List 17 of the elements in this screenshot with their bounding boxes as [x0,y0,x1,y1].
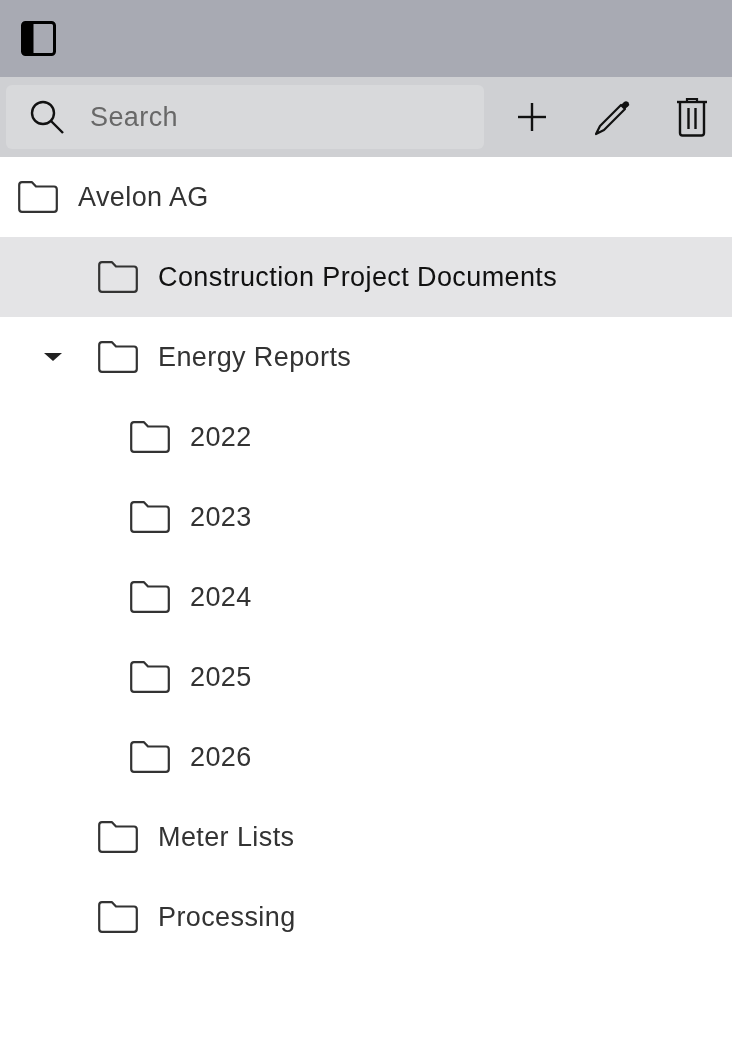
search-icon [30,100,64,134]
pencil-icon [593,98,631,136]
folder-icon [130,581,170,613]
folder-icon [98,261,138,293]
search-field[interactable]: Search [6,85,484,149]
tree-item[interactable]: Construction Project Documents [0,237,732,317]
folder-icon [98,341,138,373]
folder-icon [130,501,170,533]
plus-icon [518,103,546,131]
folder-icon [130,661,170,693]
folder-icon [18,181,58,213]
sidebar-toggle-icon[interactable] [21,21,56,56]
trash-icon [676,97,708,137]
folder-icon [98,821,138,853]
folder-icon [130,421,170,453]
folder-icon [130,741,170,773]
folder-icon [98,901,138,933]
